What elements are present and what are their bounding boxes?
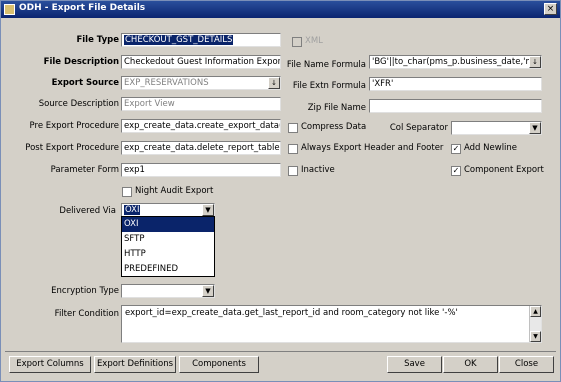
file-type-label: File Type — [76, 35, 119, 45]
component-export-label: Component Export — [464, 165, 544, 175]
component-export-checkbox[interactable]: ✓ — [451, 166, 461, 176]
button-bar-divider — [5, 351, 556, 353]
night-audit-export-label: Night Audit Export — [135, 186, 214, 196]
window-title: ODH - Export File Details — [19, 3, 146, 13]
title-bar: ODH - Export File Details × — [1, 1, 560, 18]
file-description-field[interactable]: Checkedout Guest Information Export — [121, 55, 281, 69]
filter-condition-textarea[interactable]: export_id=exp_create_data.get_last_repor… — [121, 305, 542, 343]
file-extn-formula-label: File Extn Formula — [292, 81, 366, 91]
file-name-formula-lov-icon[interactable]: ↓ — [529, 56, 541, 68]
encryption-type-chevron-down-icon[interactable]: ▼ — [202, 285, 214, 297]
export-source-label: Export Source — [51, 78, 119, 88]
xml-label: XML — [305, 36, 323, 46]
parameter-form-field[interactable]: exp1 — [121, 163, 281, 177]
delivered-via-option[interactable]: HTTP — [122, 247, 214, 262]
filter-condition-label: Filter Condition — [54, 309, 119, 319]
pre-export-procedure-label: Pre Export Procedure — [29, 121, 119, 131]
file-name-formula-field[interactable]: 'BG'||to_char(pms_p.business_date,'m — [369, 55, 542, 69]
col-separator-label: Col Separator — [389, 123, 448, 133]
delivered-via-option[interactable]: OXI — [122, 217, 214, 232]
close-button[interactable]: Close — [499, 356, 554, 373]
export-source-field[interactable]: EXP_RESERVATIONS — [121, 76, 281, 90]
delivered-via-option[interactable]: PREDEFINED — [122, 262, 214, 277]
zip-file-name-label: Zip File Name — [307, 103, 366, 113]
parameter-form-label: Parameter Form — [50, 165, 119, 175]
always-export-header-label: Always Export Header and Footer — [301, 143, 444, 153]
file-description-label: File Description — [43, 57, 119, 67]
ok-button[interactable]: OK — [443, 356, 498, 373]
post-export-procedure-label: Post Export Procedure — [25, 143, 119, 153]
inactive-checkbox[interactable] — [288, 166, 298, 176]
zip-file-name-field[interactable] — [369, 99, 542, 113]
close-icon[interactable]: × — [544, 3, 557, 15]
file-extn-formula-field[interactable]: 'XFR' — [369, 77, 542, 91]
col-separator-chevron-down-icon[interactable]: ▼ — [529, 122, 541, 134]
export-definitions-button[interactable]: Export Definitions — [94, 356, 176, 373]
pre-export-procedure-field[interactable]: exp_create_data.create_export_data(pi — [121, 119, 281, 133]
scroll-up-icon[interactable]: ▲ — [530, 306, 541, 317]
file-type-value: CHECKOUT_GST_DETAILS — [124, 35, 234, 45]
source-description-label: Source Description — [38, 99, 119, 109]
source-description-field[interactable]: Export View — [121, 97, 281, 111]
add-newline-checkbox[interactable]: ✓ — [451, 144, 461, 154]
export-source-lov-icon[interactable]: ↓ — [268, 77, 280, 89]
delivered-via-value: OXI — [124, 205, 141, 215]
app-icon — [4, 4, 15, 15]
scroll-down-icon[interactable]: ▼ — [530, 331, 541, 342]
xml-checkbox[interactable] — [292, 37, 302, 47]
inactive-label: Inactive — [301, 165, 335, 175]
export-columns-button[interactable]: Export Columns — [9, 356, 91, 373]
compress-data-checkbox[interactable] — [288, 123, 298, 133]
export-source-value: EXP_RESERVATIONS — [124, 78, 209, 88]
delivered-via-select[interactable]: OXI — [121, 203, 215, 217]
delivered-via-chevron-down-icon[interactable]: ▼ — [202, 204, 214, 216]
encryption-type-select[interactable] — [121, 284, 215, 298]
file-name-formula-label: File Name Formula — [286, 60, 366, 70]
export-file-details-window: ODH - Export File Details × File Type CH… — [0, 0, 561, 382]
file-type-field[interactable]: CHECKOUT_GST_DETAILS — [121, 33, 281, 47]
filter-condition-scrollbar[interactable]: ▲ ▼ — [529, 306, 541, 342]
night-audit-export-checkbox[interactable] — [122, 187, 132, 197]
always-export-header-checkbox[interactable] — [288, 144, 298, 154]
file-name-formula-value: 'BG'||to_char(pms_p.business_date,'m — [372, 57, 534, 67]
delivered-via-option[interactable]: SFTP — [122, 232, 214, 247]
components-button[interactable]: Components — [179, 356, 259, 373]
delivered-via-label: Delivered Via — [59, 206, 116, 216]
post-export-procedure-field[interactable]: exp_create_data.delete_report_table — [121, 141, 281, 155]
save-button[interactable]: Save — [387, 356, 442, 373]
delivered-via-dropdown-list: OXI SFTP HTTP PREDEFINED — [121, 216, 215, 277]
compress-data-label: Compress Data — [301, 122, 367, 132]
filter-condition-value: export_id=exp_create_data.get_last_repor… — [125, 308, 458, 318]
add-newline-label: Add Newline — [464, 143, 518, 153]
encryption-type-label: Encryption Type — [51, 286, 119, 296]
